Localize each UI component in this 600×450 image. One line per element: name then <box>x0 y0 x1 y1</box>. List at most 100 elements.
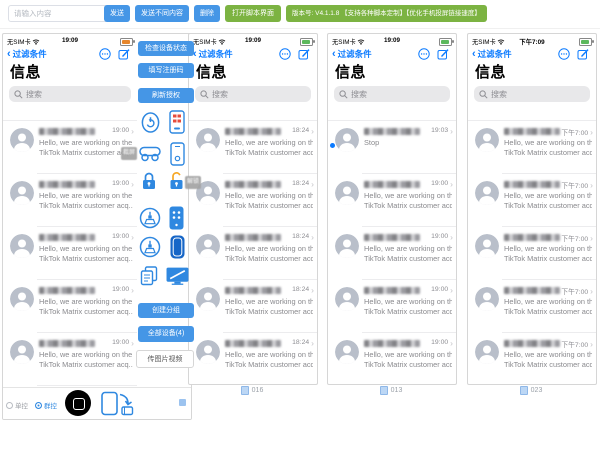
message-time: 19:00› <box>112 233 134 240</box>
mode-single-radio[interactable]: 单控 <box>6 400 28 410</box>
message-preview-line2: TikTok Matrix customer acq... <box>364 360 452 370</box>
device-label: 023 <box>467 386 595 395</box>
clean-screen-icon[interactable] <box>139 207 161 229</box>
avatar <box>335 234 359 258</box>
message-time: 下午7:00› <box>561 339 593 349</box>
message-preview-line1: Hello, we are working on the <box>364 191 452 201</box>
message-row[interactable]: 19:00› Hello, we are working on the TikT… <box>328 280 456 333</box>
phone-screen-3[interactable]: 无SIM卡 19:09 ‹过滤条件 信息 搜索 19:03› Stop <box>327 33 457 385</box>
compose-icon[interactable] <box>437 48 449 60</box>
mini-square-toggle[interactable] <box>179 399 186 406</box>
avatar <box>475 287 499 311</box>
message-row[interactable]: 19:00› Hello, we are working on the TikT… <box>3 227 137 280</box>
avatar <box>475 234 499 258</box>
rotate-screen-icon[interactable] <box>100 390 134 417</box>
back-filter-button[interactable]: ‹过滤条件 <box>193 48 233 60</box>
message-row[interactable]: 19:00› Hello, we are working on the TikT… <box>328 333 456 385</box>
message-row[interactable]: 19:00› Hello, we are working on the TikT… <box>3 174 137 227</box>
unlock-icon[interactable] <box>167 171 185 191</box>
message-row[interactable]: 下午7:00› Hello, we are working on the Tik… <box>468 280 596 333</box>
monitor-cast-icon[interactable] <box>166 267 189 286</box>
message-row[interactable]: 18:24› Hello, we are working on the TikT… <box>189 280 317 333</box>
message-preview-line2: TikTok Matrix customer acq... <box>364 307 452 317</box>
chevron-right-icon: › <box>131 234 134 240</box>
message-row[interactable]: 18:24› Hello, we are working on the TikT… <box>189 333 317 385</box>
compose-icon[interactable] <box>577 48 589 60</box>
lock-icon[interactable] <box>141 171 157 191</box>
message-time: 19:00› <box>431 180 453 187</box>
avatar <box>196 340 220 364</box>
avatar <box>475 340 499 364</box>
assistive-touch-button[interactable] <box>65 390 91 416</box>
nav-bar: ‹过滤条件 <box>3 47 137 62</box>
message-preview-line1: Hello, we are working on the <box>504 350 592 360</box>
message-preview-line1: Hello, we are working on the <box>504 191 592 201</box>
unread-dot <box>330 143 335 148</box>
message-row[interactable]: 19:00› Hello, we are working on the TikT… <box>3 280 137 333</box>
compose-icon[interactable] <box>118 48 130 60</box>
search-input[interactable]: 搜索 <box>334 86 450 102</box>
message-row[interactable]: 19:00› Hello, we are working on the TikT… <box>328 227 456 280</box>
phone1-screen-area[interactable]: 无SIM卡 19:09 ‹过滤条件 信息 搜索 19:00› Hello, we… <box>3 34 137 419</box>
back-filter-button[interactable]: ‹过滤条件 <box>7 48 47 60</box>
message-row[interactable]: 19:03› Stop <box>328 121 456 174</box>
compose-icon[interactable] <box>298 48 310 60</box>
device-icon <box>380 386 388 395</box>
message-preview-line1: Hello, we are working on the <box>364 297 452 307</box>
send-media-button[interactable]: 传图片视频 <box>136 350 194 368</box>
more-options-icon[interactable] <box>558 48 570 60</box>
phone-filled-icon[interactable] <box>170 235 185 259</box>
message-row[interactable]: 19:00› Hello, we are working on the TikT… <box>328 174 456 227</box>
clean-device-icon[interactable] <box>139 236 161 258</box>
nav-bar: ‹过滤条件 <box>328 47 456 62</box>
phone-grid-icon[interactable] <box>169 206 184 230</box>
send-different-button[interactable]: 发送不同内容 <box>135 5 189 22</box>
open-script-button[interactable]: 打开脚本界面 <box>225 5 281 22</box>
fill-registration-code-button[interactable]: 填写注册码 <box>138 63 194 78</box>
phone-alert-icon[interactable] <box>169 110 185 134</box>
message-row[interactable]: 19:00› Hello, we are working on the TikT… <box>3 333 137 386</box>
send-button[interactable]: 发送 <box>104 5 130 22</box>
redacted-contact-name <box>39 128 95 135</box>
message-time: 下午7:00› <box>561 233 593 243</box>
message-row[interactable]: 下午7:00› Hello, we are working on the Tik… <box>468 227 596 280</box>
device-icon <box>520 386 528 395</box>
phone-screen-2[interactable]: 无SIM卡 19:09 ‹过滤条件 信息 搜索 18:24› Hello, we… <box>188 33 318 385</box>
search-input[interactable]: 搜索 <box>9 86 131 102</box>
message-preview-line1: Hello, we are working on the <box>504 138 592 148</box>
message-row[interactable]: 下午7:00› Hello, we are working on the Tik… <box>468 174 596 227</box>
message-row[interactable]: 下午7:00› Hello, we are working on the Tik… <box>468 333 596 385</box>
page-title: 信息 <box>10 61 41 82</box>
message-row[interactable]: 19:00› Hello, we are working on the TikT… <box>3 121 137 174</box>
message-row[interactable]: 18:24› Hello, we are working on the TikT… <box>189 174 317 227</box>
page-title: 信息 <box>475 61 506 82</box>
delete-button[interactable]: 删除 <box>194 5 220 22</box>
more-options-icon[interactable] <box>279 48 291 60</box>
goggles-icon[interactable] <box>139 146 161 162</box>
search-input[interactable]: 搜索 <box>195 86 311 102</box>
message-row[interactable]: 下午7:00› Hello, we are working on the Tik… <box>468 121 596 174</box>
all-devices-button[interactable]: 全部设备(4) <box>138 326 194 342</box>
redacted-contact-name <box>225 234 281 241</box>
more-options-icon[interactable] <box>99 48 111 60</box>
message-preview-line2: TikTok Matrix customer acq... <box>504 360 592 370</box>
more-options-icon[interactable] <box>418 48 430 60</box>
message-row[interactable]: 18:24› Hello, we are working on the TikT… <box>189 227 317 280</box>
create-group-button[interactable]: 创建分组 <box>138 303 194 318</box>
group-control-app: { "toolbar": { "input_placeholder": "请输入… <box>0 0 600 450</box>
back-filter-button[interactable]: ‹过滤条件 <box>472 48 512 60</box>
search-input[interactable]: 搜索 <box>474 86 590 102</box>
redacted-contact-name <box>364 234 420 241</box>
phone-screen-4[interactable]: 无SIM卡 下午7:09 ‹过滤条件 信息 搜索 下午7:00› Hello, … <box>467 33 597 385</box>
mode-group-radio[interactable]: 群控 <box>35 400 57 410</box>
power-check-icon[interactable] <box>140 111 161 134</box>
back-filter-button[interactable]: ‹过滤条件 <box>332 48 372 60</box>
message-row[interactable]: 18:24› Hello, we are working on the TikT… <box>189 121 317 174</box>
refresh-authorization-button[interactable]: 刷新授权 <box>138 88 194 103</box>
message-preview-line2: TikTok Matrix customer acq... <box>364 201 452 211</box>
message-input[interactable] <box>8 5 108 22</box>
phone-portrait-icon[interactable] <box>170 142 185 166</box>
status-bar: 无SIM卡 下午7:09 <box>468 35 596 46</box>
check-device-status-button[interactable]: 检查设备状态 <box>138 41 194 56</box>
copy-files-icon[interactable] <box>139 266 159 286</box>
